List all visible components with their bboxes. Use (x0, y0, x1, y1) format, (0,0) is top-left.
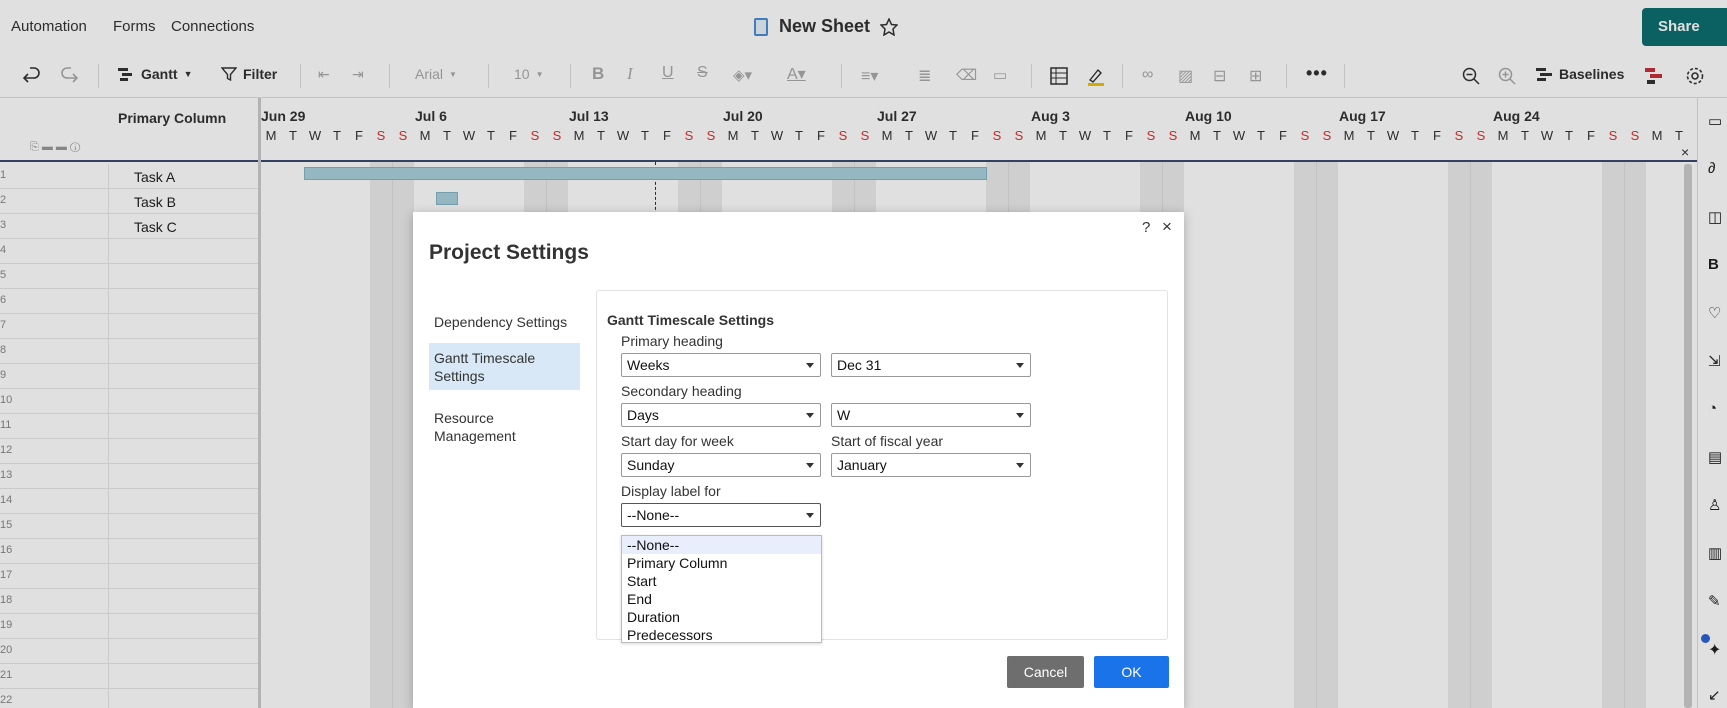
secondary-heading-format-value: W (837, 407, 851, 423)
chevron-down-icon (1016, 363, 1024, 368)
sidebar-item-gantt-timescale-settings[interactable]: Gantt Timescale Settings (429, 343, 580, 390)
settings-panel: Gantt Timescale Settings Primary heading… (596, 290, 1168, 643)
chevron-down-icon (806, 413, 814, 418)
secondary-heading-value: Days (627, 407, 659, 423)
close-icon[interactable]: × (1162, 217, 1172, 237)
start-day-value: Sunday (627, 457, 675, 473)
sidebar-item-resource-management[interactable]: Resource Management (429, 403, 580, 451)
secondary-heading-format-select[interactable]: W (831, 403, 1031, 427)
display-label-label: Display label for (621, 483, 721, 499)
secondary-heading-label: Secondary heading (621, 383, 742, 399)
primary-heading-label: Primary heading (621, 333, 723, 349)
help-icon[interactable]: ? (1142, 219, 1150, 236)
sidebar-item-dependency-settings[interactable]: Dependency Settings (429, 307, 580, 337)
start-day-label: Start day for week (621, 433, 734, 449)
fiscal-year-value: January (837, 457, 887, 473)
cancel-button[interactable]: Cancel (1007, 656, 1084, 688)
primary-heading-format-value: Dec 31 (837, 357, 882, 373)
ok-label: OK (1121, 664, 1142, 680)
dropdown-option-duration[interactable]: Duration (622, 608, 821, 626)
display-label-value: --None-- (627, 507, 680, 523)
chevron-down-icon (1016, 413, 1024, 418)
chevron-down-icon (806, 363, 814, 368)
dropdown-option-start[interactable]: Start (622, 572, 821, 590)
cancel-label: Cancel (1023, 664, 1068, 680)
primary-heading-format-select[interactable]: Dec 31 (831, 353, 1031, 377)
dropdown-option-primary-column[interactable]: Primary Column (622, 554, 821, 572)
dropdown-option-none[interactable]: --None-- (622, 536, 821, 554)
display-label-dropdown: --None-- Primary Column Start End Durati… (621, 535, 822, 643)
chevron-down-icon (1016, 463, 1024, 468)
secondary-heading-select[interactable]: Days (621, 403, 821, 427)
project-settings-dialog: Project Settings ? × Dependency Settings… (413, 212, 1184, 708)
panel-title: Gantt Timescale Settings (607, 312, 775, 328)
primary-heading-select[interactable]: Weeks (621, 353, 821, 377)
chevron-down-icon (806, 463, 814, 468)
primary-heading-value: Weeks (627, 357, 670, 373)
dropdown-option-end[interactable]: End (622, 590, 821, 608)
dialog-title: Project Settings (429, 241, 589, 264)
start-day-select[interactable]: Sunday (621, 453, 821, 477)
ok-button[interactable]: OK (1094, 656, 1169, 688)
fiscal-year-select[interactable]: January (831, 453, 1031, 477)
fiscal-year-label: Start of fiscal year (831, 433, 944, 449)
dropdown-option-predecessors[interactable]: Predecessors (622, 626, 821, 644)
chevron-down-icon (806, 513, 814, 518)
display-label-select[interactable]: --None-- (621, 503, 821, 527)
